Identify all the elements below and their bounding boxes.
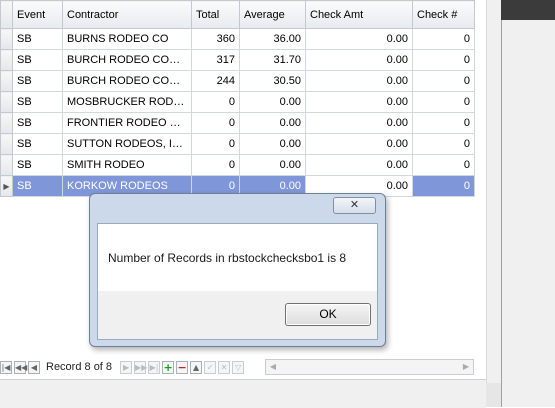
horizontal-scrollbar[interactable]: ◀ ▶ xyxy=(265,359,474,375)
cell-average[interactable]: 0.00 xyxy=(239,133,306,155)
side-panel xyxy=(501,20,555,407)
prev-page-icon[interactable]: ◀◀ xyxy=(14,360,27,374)
row-indicator[interactable] xyxy=(0,91,13,113)
row-indicator[interactable] xyxy=(0,70,13,92)
table-row[interactable]: SB FRONTIER RODEO CO... 0 0.00 0.00 0 xyxy=(0,112,475,134)
column-header-average[interactable]: Average xyxy=(239,0,306,29)
cell-check-number[interactable]: 0 xyxy=(412,49,475,71)
table-row[interactable]: SB BURCH RODEO COMP... 244 30.50 0.00 0 xyxy=(0,70,475,92)
cell-check-amt[interactable]: 0.00 xyxy=(305,133,413,155)
cell-event[interactable]: SB xyxy=(12,70,63,92)
cell-check-number[interactable]: 0 xyxy=(412,112,475,134)
dialog-footer: OK xyxy=(97,291,378,340)
first-page-icon[interactable]: |◀ xyxy=(0,360,12,374)
scroll-right-icon[interactable]: ▶ xyxy=(459,360,473,374)
message-dialog: ✕ Number of Records in rbstockchecksbo1 … xyxy=(89,193,386,347)
vertical-scrollbar[interactable] xyxy=(486,0,501,383)
cell-contractor[interactable]: FRONTIER RODEO CO... xyxy=(62,112,192,134)
cell-check-number[interactable]: 0 xyxy=(412,28,475,50)
cell-contractor[interactable]: BURNS RODEO CO xyxy=(62,28,192,50)
cell-event[interactable]: SB xyxy=(12,133,63,155)
delete-icon[interactable]: − xyxy=(176,360,189,374)
cell-total[interactable]: 0 xyxy=(191,112,240,134)
dialog-body: Number of Records in rbstockchecksbo1 is… xyxy=(97,223,378,292)
cell-contractor[interactable]: BURCH RODEO COMP... xyxy=(62,49,192,71)
row-indicator[interactable] xyxy=(0,28,13,50)
table-row[interactable]: SB SMITH RODEO 0 0.00 0.00 0 xyxy=(0,154,475,176)
cell-event[interactable]: SB xyxy=(12,112,63,134)
cell-total[interactable]: 0 xyxy=(191,91,240,113)
cell-check-amt[interactable]: 0.00 xyxy=(305,112,413,134)
row-indicator[interactable] xyxy=(0,112,13,134)
status-strip xyxy=(0,379,486,408)
cell-total[interactable]: 317 xyxy=(191,49,240,71)
cell-check-amt[interactable]: 0.00 xyxy=(305,28,413,50)
row-indicator-header xyxy=(0,0,13,29)
cell-check-number[interactable]: 0 xyxy=(412,133,475,155)
cell-event[interactable]: SB xyxy=(12,175,63,197)
cell-contractor[interactable]: SMITH RODEO xyxy=(62,154,192,176)
cell-average[interactable]: 36.00 xyxy=(239,28,306,50)
cell-contractor[interactable]: SUTTON RODEOS, INC. xyxy=(62,133,192,155)
add-icon[interactable]: + xyxy=(162,360,175,374)
data-grid[interactable]: Event Contractor Total Average Check Amt… xyxy=(0,0,475,197)
grid-header-row: Event Contractor Total Average Check Amt… xyxy=(0,0,475,29)
cell-check-number[interactable]: 0 xyxy=(412,91,475,113)
cell-total[interactable]: 360 xyxy=(191,28,240,50)
cell-check-amt[interactable]: 0.00 xyxy=(305,91,413,113)
cell-average[interactable]: 0.00 xyxy=(239,154,306,176)
cell-contractor[interactable]: MOSBRUCKER RODEO... xyxy=(62,91,192,113)
record-navigator: |◀ ◀◀ ◀ Record 8 of 8 ▶ ▶▶ ▶| + − ▲ ✓ ✕ … xyxy=(0,359,246,375)
cell-total[interactable]: 244 xyxy=(191,70,240,92)
column-header-total[interactable]: Total xyxy=(191,0,240,29)
column-header-event[interactable]: Event xyxy=(12,0,63,29)
cell-event[interactable]: SB xyxy=(12,49,63,71)
next-page-icon[interactable]: ▶▶ xyxy=(134,360,147,374)
table-row[interactable]: SB MOSBRUCKER RODEO... 0 0.00 0.00 0 xyxy=(0,91,475,113)
cell-average[interactable]: 30.50 xyxy=(239,70,306,92)
row-indicator[interactable] xyxy=(0,133,13,155)
scroll-left-icon[interactable]: ◀ xyxy=(266,360,280,374)
close-icon[interactable]: ✕ xyxy=(333,197,376,214)
last-page-icon[interactable]: ▶| xyxy=(148,360,161,374)
scrollbar-corner xyxy=(486,383,501,407)
record-position: Record 8 of 8 xyxy=(46,361,113,373)
next-record-icon[interactable]: ▶ xyxy=(120,360,133,374)
row-indicator[interactable] xyxy=(0,49,13,71)
edit-icon[interactable]: ▲ xyxy=(190,360,203,374)
table-row[interactable]: SB BURCH RODEO COMP... 317 31.70 0.00 0 xyxy=(0,49,475,71)
background-window xyxy=(501,0,555,20)
column-header-contractor[interactable]: Contractor xyxy=(62,0,192,29)
cell-average[interactable]: 0.00 xyxy=(239,112,306,134)
cell-check-amt[interactable]: 0.00 xyxy=(305,154,413,176)
post-icon[interactable]: ✓ xyxy=(204,360,217,374)
cell-check-number[interactable]: 0 xyxy=(412,154,475,176)
cell-contractor[interactable]: BURCH RODEO COMP... xyxy=(62,70,192,92)
cell-total[interactable]: 0 xyxy=(191,133,240,155)
prev-record-icon[interactable]: ◀ xyxy=(28,360,40,374)
cell-check-amt[interactable]: 0.00 xyxy=(305,70,413,92)
filter-icon[interactable]: ▽ xyxy=(232,360,245,374)
cell-total[interactable]: 0 xyxy=(191,154,240,176)
cell-event[interactable]: SB xyxy=(12,154,63,176)
cell-event[interactable]: SB xyxy=(12,28,63,50)
cell-average[interactable]: 31.70 xyxy=(239,49,306,71)
column-header-check-number[interactable]: Check # xyxy=(412,0,475,29)
table-row[interactable]: SB SUTTON RODEOS, INC. 0 0.00 0.00 0 xyxy=(0,133,475,155)
row-indicator[interactable]: ▶ xyxy=(0,175,13,197)
table-row[interactable]: SB BURNS RODEO CO 360 36.00 0.00 0 xyxy=(0,28,475,50)
cell-average[interactable]: 0.00 xyxy=(239,91,306,113)
column-header-check-amt[interactable]: Check Amt xyxy=(305,0,413,29)
ok-button[interactable]: OK xyxy=(285,303,371,326)
cell-event[interactable]: SB xyxy=(12,91,63,113)
cell-check-number[interactable]: 0 xyxy=(412,70,475,92)
cell-check-amt[interactable]: 0.00 xyxy=(305,49,413,71)
row-indicator[interactable] xyxy=(0,154,13,176)
cell-check-number[interactable]: 0 xyxy=(412,175,475,197)
dialog-message: Number of Records in rbstockchecksbo1 is… xyxy=(108,251,347,265)
cancel-icon[interactable]: ✕ xyxy=(218,360,231,374)
